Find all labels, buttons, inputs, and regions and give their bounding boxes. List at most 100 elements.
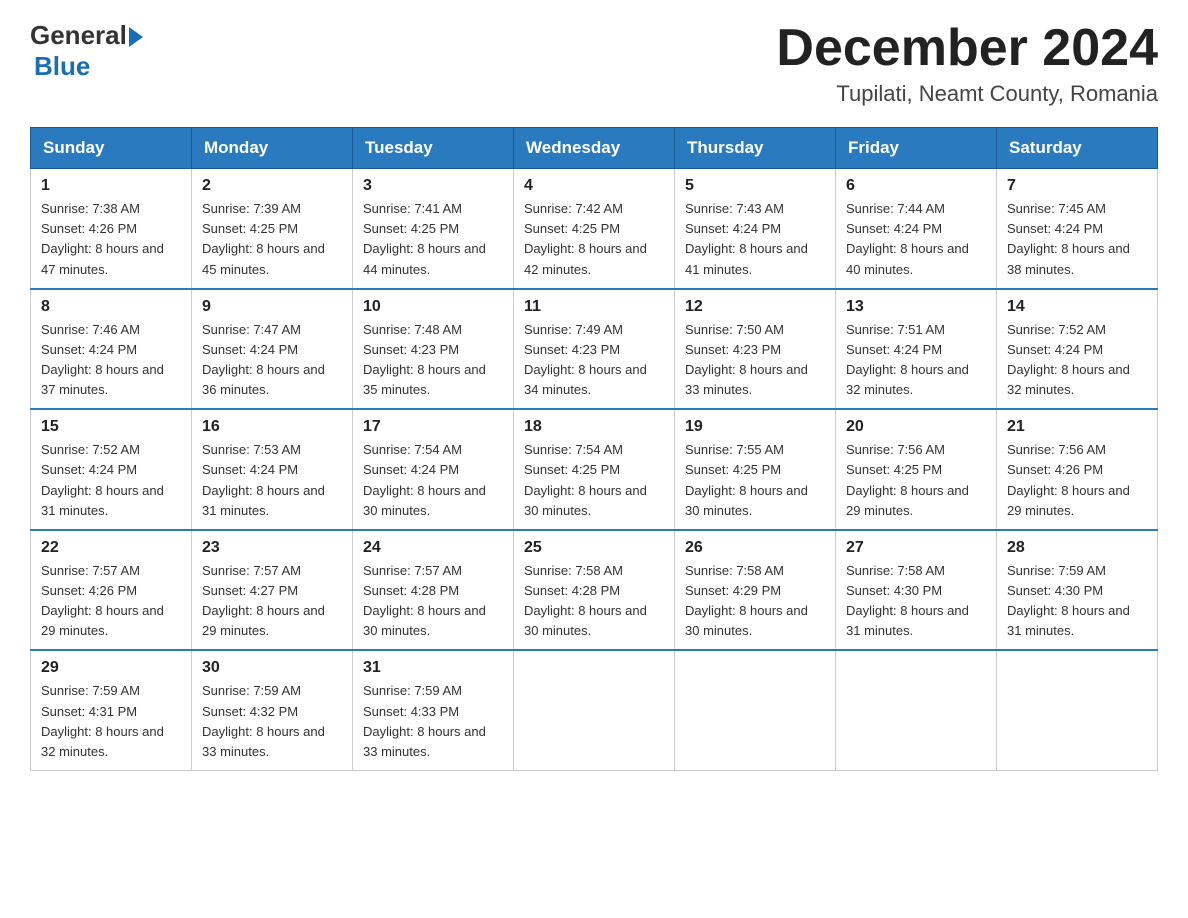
- day-number: 31: [363, 659, 503, 677]
- daylight-label: Daylight:: [846, 241, 897, 256]
- sunset-label: Sunset:: [524, 342, 568, 357]
- page-header: General Blue December 2024 Tupilati, Nea…: [30, 20, 1158, 107]
- table-row: 15 Sunrise: 7:52 AM Sunset: 4:24 PM Dayl…: [31, 409, 192, 530]
- daylight-label: Daylight:: [846, 603, 897, 618]
- table-row: 17 Sunrise: 7:54 AM Sunset: 4:24 PM Dayl…: [353, 409, 514, 530]
- table-row: 6 Sunrise: 7:44 AM Sunset: 4:24 PM Dayli…: [836, 169, 997, 289]
- table-row: 26 Sunrise: 7:58 AM Sunset: 4:29 PM Dayl…: [675, 530, 836, 651]
- sunset-label: Sunset:: [1007, 342, 1051, 357]
- daylight-label: Daylight:: [41, 724, 92, 739]
- day-number: 2: [202, 177, 342, 195]
- sunset-label: Sunset:: [846, 221, 890, 236]
- day-number: 20: [846, 418, 986, 436]
- sunrise-label: Sunrise:: [846, 322, 894, 337]
- table-row: 13 Sunrise: 7:51 AM Sunset: 4:24 PM Dayl…: [836, 289, 997, 410]
- table-row: 1 Sunrise: 7:38 AM Sunset: 4:26 PM Dayli…: [31, 169, 192, 289]
- table-row: 14 Sunrise: 7:52 AM Sunset: 4:24 PM Dayl…: [997, 289, 1158, 410]
- sunrise-label: Sunrise:: [524, 201, 572, 216]
- day-number: 25: [524, 539, 664, 557]
- col-friday: Friday: [836, 128, 997, 169]
- table-row: 25 Sunrise: 7:58 AM Sunset: 4:28 PM Dayl…: [514, 530, 675, 651]
- day-number: 14: [1007, 298, 1147, 316]
- table-row: 11 Sunrise: 7:49 AM Sunset: 4:23 PM Dayl…: [514, 289, 675, 410]
- daylight-label: Daylight:: [363, 724, 414, 739]
- table-row: 28 Sunrise: 7:59 AM Sunset: 4:30 PM Dayl…: [997, 530, 1158, 651]
- day-info: Sunrise: 7:44 AM Sunset: 4:24 PM Dayligh…: [846, 199, 986, 280]
- table-row: 19 Sunrise: 7:55 AM Sunset: 4:25 PM Dayl…: [675, 409, 836, 530]
- day-number: 7: [1007, 177, 1147, 195]
- daylight-label: Daylight:: [41, 603, 92, 618]
- calendar-week-row: 8 Sunrise: 7:46 AM Sunset: 4:24 PM Dayli…: [31, 289, 1158, 410]
- daylight-label: Daylight:: [41, 362, 92, 377]
- daylight-label: Daylight:: [41, 241, 92, 256]
- day-number: 24: [363, 539, 503, 557]
- daylight-label: Daylight:: [685, 362, 736, 377]
- logo-blue-text: Blue: [34, 51, 90, 82]
- calendar-week-row: 29 Sunrise: 7:59 AM Sunset: 4:31 PM Dayl…: [31, 650, 1158, 770]
- sunset-label: Sunset:: [685, 221, 729, 236]
- sunset-label: Sunset:: [202, 704, 246, 719]
- daylight-label: Daylight:: [846, 483, 897, 498]
- table-row: 2 Sunrise: 7:39 AM Sunset: 4:25 PM Dayli…: [192, 169, 353, 289]
- table-row: 20 Sunrise: 7:56 AM Sunset: 4:25 PM Dayl…: [836, 409, 997, 530]
- day-number: 3: [363, 177, 503, 195]
- sunrise-label: Sunrise:: [41, 201, 89, 216]
- day-info: Sunrise: 7:46 AM Sunset: 4:24 PM Dayligh…: [41, 320, 181, 401]
- day-number: 8: [41, 298, 181, 316]
- day-info: Sunrise: 7:56 AM Sunset: 4:25 PM Dayligh…: [846, 440, 986, 521]
- calendar-subtitle: Tupilati, Neamt County, Romania: [776, 81, 1158, 107]
- day-info: Sunrise: 7:59 AM Sunset: 4:30 PM Dayligh…: [1007, 561, 1147, 642]
- sunset-label: Sunset:: [1007, 462, 1051, 477]
- sunset-label: Sunset:: [846, 583, 890, 598]
- calendar-week-row: 1 Sunrise: 7:38 AM Sunset: 4:26 PM Dayli…: [31, 169, 1158, 289]
- day-number: 12: [685, 298, 825, 316]
- day-info: Sunrise: 7:38 AM Sunset: 4:26 PM Dayligh…: [41, 199, 181, 280]
- daylight-label: Daylight:: [685, 241, 736, 256]
- day-info: Sunrise: 7:43 AM Sunset: 4:24 PM Dayligh…: [685, 199, 825, 280]
- day-number: 16: [202, 418, 342, 436]
- sunrise-label: Sunrise:: [363, 201, 411, 216]
- sunrise-label: Sunrise:: [846, 442, 894, 457]
- sunset-label: Sunset:: [1007, 221, 1051, 236]
- sunset-label: Sunset:: [1007, 583, 1051, 598]
- day-info: Sunrise: 7:52 AM Sunset: 4:24 PM Dayligh…: [1007, 320, 1147, 401]
- sunset-label: Sunset:: [846, 462, 890, 477]
- daylight-label: Daylight:: [363, 603, 414, 618]
- sunset-label: Sunset:: [363, 704, 407, 719]
- day-info: Sunrise: 7:42 AM Sunset: 4:25 PM Dayligh…: [524, 199, 664, 280]
- sunrise-label: Sunrise:: [524, 442, 572, 457]
- day-info: Sunrise: 7:55 AM Sunset: 4:25 PM Dayligh…: [685, 440, 825, 521]
- table-row: 22 Sunrise: 7:57 AM Sunset: 4:26 PM Dayl…: [31, 530, 192, 651]
- sunrise-label: Sunrise:: [685, 563, 733, 578]
- table-row: 12 Sunrise: 7:50 AM Sunset: 4:23 PM Dayl…: [675, 289, 836, 410]
- sunrise-label: Sunrise:: [41, 322, 89, 337]
- sunrise-label: Sunrise:: [1007, 201, 1055, 216]
- day-info: Sunrise: 7:54 AM Sunset: 4:25 PM Dayligh…: [524, 440, 664, 521]
- sunset-label: Sunset:: [202, 462, 246, 477]
- daylight-label: Daylight:: [363, 362, 414, 377]
- day-number: 10: [363, 298, 503, 316]
- day-number: 1: [41, 177, 181, 195]
- col-tuesday: Tuesday: [353, 128, 514, 169]
- sunset-label: Sunset:: [363, 221, 407, 236]
- table-row: 9 Sunrise: 7:47 AM Sunset: 4:24 PM Dayli…: [192, 289, 353, 410]
- sunset-label: Sunset:: [41, 704, 85, 719]
- day-info: Sunrise: 7:41 AM Sunset: 4:25 PM Dayligh…: [363, 199, 503, 280]
- sunrise-label: Sunrise:: [202, 201, 250, 216]
- day-number: 23: [202, 539, 342, 557]
- day-info: Sunrise: 7:57 AM Sunset: 4:26 PM Dayligh…: [41, 561, 181, 642]
- daylight-label: Daylight:: [524, 603, 575, 618]
- day-number: 28: [1007, 539, 1147, 557]
- daylight-label: Daylight:: [202, 724, 253, 739]
- sunset-label: Sunset:: [202, 583, 246, 598]
- day-number: 13: [846, 298, 986, 316]
- sunrise-label: Sunrise:: [202, 683, 250, 698]
- sunset-label: Sunset:: [363, 462, 407, 477]
- col-saturday: Saturday: [997, 128, 1158, 169]
- daylight-label: Daylight:: [685, 483, 736, 498]
- day-number: 26: [685, 539, 825, 557]
- sunset-label: Sunset:: [685, 462, 729, 477]
- day-info: Sunrise: 7:47 AM Sunset: 4:24 PM Dayligh…: [202, 320, 342, 401]
- daylight-label: Daylight:: [363, 483, 414, 498]
- day-info: Sunrise: 7:59 AM Sunset: 4:33 PM Dayligh…: [363, 681, 503, 762]
